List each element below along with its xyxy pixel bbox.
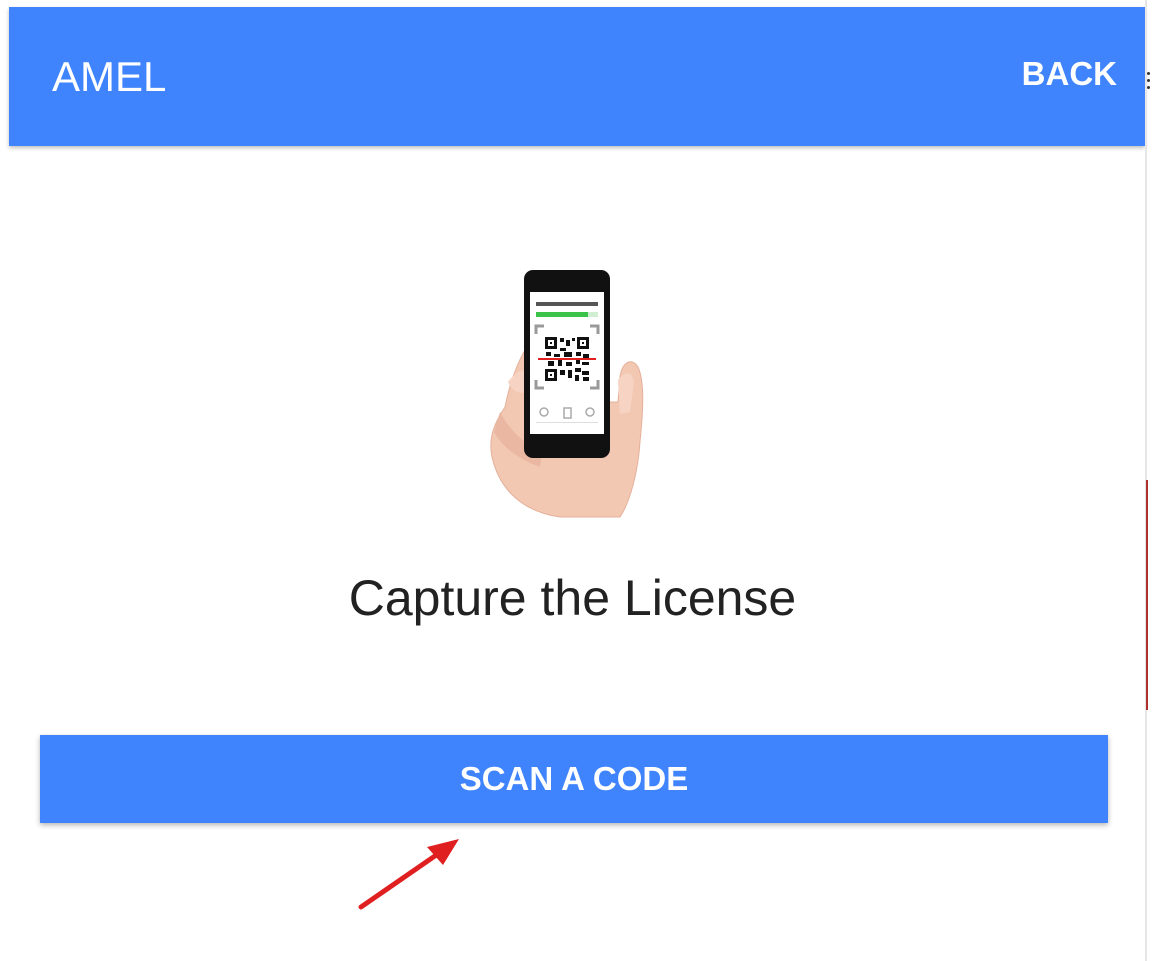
page-heading: Capture the License [348,570,797,626]
app-title: AMEL [52,53,167,100]
scan-code-button[interactable]: SCAN A CODE [40,735,1108,823]
app-bar: AMEL BACK [9,7,1145,146]
window-edge-accent [1146,480,1148,710]
overflow-menu-icon[interactable] [1147,72,1151,96]
app-screen: AMEL BACK Capture the License SCAN A COD… [0,0,1153,961]
red-arrow-icon [358,839,459,910]
back-button[interactable]: BACK [1022,54,1117,94]
hand-phone-qr-scan-icon [490,270,644,518]
